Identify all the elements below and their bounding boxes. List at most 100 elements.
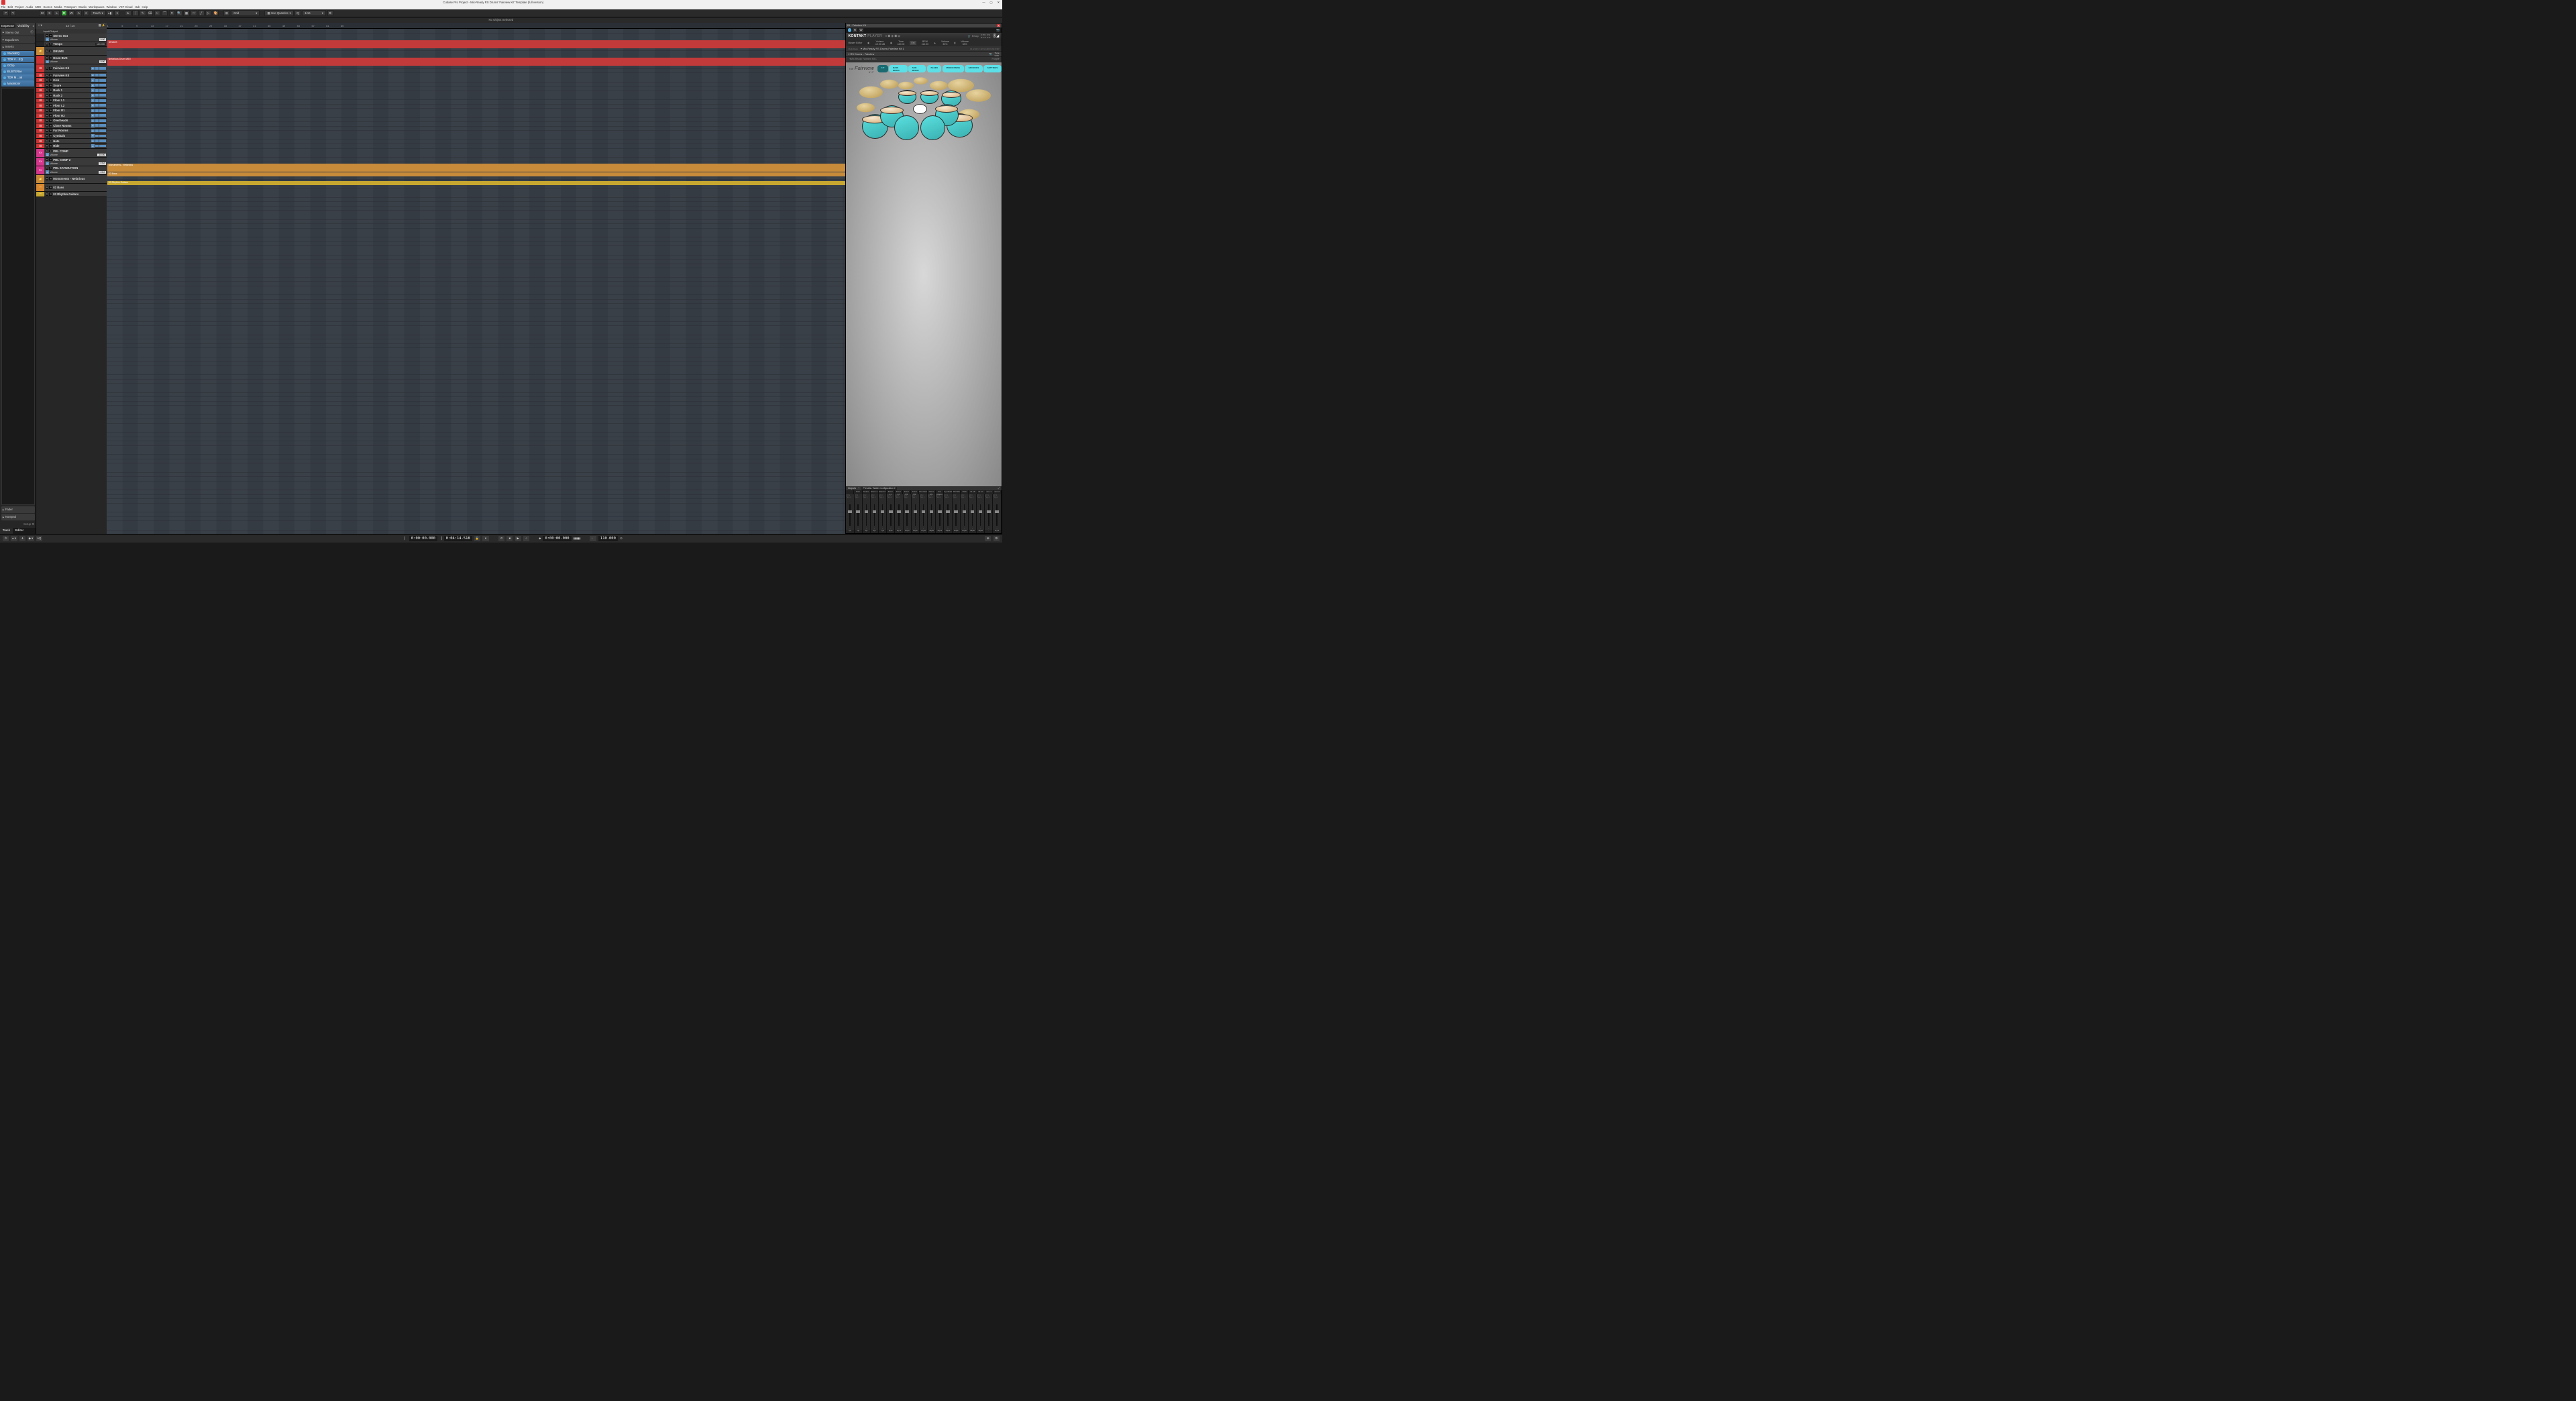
track-row[interactable]: 📁msDRUMS bbox=[36, 47, 107, 56]
track-row[interactable]: ⦀⦀msKicke bbox=[36, 78, 107, 83]
automation-mode-select[interactable]: Touch ▾ bbox=[90, 10, 105, 16]
track-row[interactable]: ⦀⦀msClose Roomse bbox=[36, 123, 107, 129]
output-channel[interactable]: - bbox=[846, 502, 854, 529]
menu-audio[interactable]: Audio bbox=[25, 5, 33, 9]
global-mute-button[interactable]: M bbox=[39, 10, 45, 16]
track-row[interactable]: msStereo OuteVolume0.00 bbox=[36, 34, 107, 42]
tool-dropdown[interactable]: ▾ bbox=[114, 10, 120, 16]
track-row[interactable]: FXmsPRL SATURATIONeVolume-15.0 bbox=[36, 166, 107, 175]
inspector-setup-button[interactable]: Setup ⚙ bbox=[0, 520, 36, 528]
primary-time-display[interactable]: 0:00:00.000 bbox=[543, 536, 571, 541]
autoscroll-button[interactable]: ▸▮ bbox=[107, 10, 113, 16]
inst-tab-grooves[interactable]: GROOVES bbox=[965, 65, 983, 72]
locator-r-icon[interactable]: ▕ bbox=[439, 537, 441, 541]
punch-dropdown[interactable]: ▾ bbox=[482, 536, 488, 542]
play-button[interactable]: ▶ bbox=[515, 536, 521, 542]
zoom-tool[interactable]: 🔍 bbox=[176, 10, 182, 16]
inst-tab-kit[interactable]: KIT bbox=[877, 65, 888, 72]
output-channel[interactable]: - bbox=[969, 502, 977, 529]
menu-file[interactable]: File bbox=[1, 5, 6, 9]
menu-workspaces[interactable]: Workspaces bbox=[89, 5, 104, 9]
redo-button[interactable]: ↷ bbox=[10, 10, 16, 16]
menu-window[interactable]: Window bbox=[107, 5, 117, 9]
output-channel[interactable]: - bbox=[871, 502, 879, 529]
quantize-preset-select[interactable]: 1/16 ▾ bbox=[302, 10, 326, 16]
clip[interactable]: Nefarious Drum MIDI bbox=[107, 58, 845, 66]
left-locator[interactable]: 0:00:00.000 bbox=[409, 536, 437, 541]
track-row[interactable]: 📁msMonuments - Nefarious bbox=[36, 175, 107, 184]
zoom-in-icon[interactable]: ⊕ bbox=[985, 536, 991, 542]
output-channel[interactable]: - bbox=[920, 502, 928, 529]
right-locator[interactable]: 0:04:14.518 bbox=[444, 536, 472, 541]
track-row[interactable]: ⦀⦀msFloor R1e bbox=[36, 109, 107, 114]
output-channel[interactable]: - bbox=[863, 502, 871, 529]
split-tool[interactable]: ✂ bbox=[154, 10, 160, 16]
inspector-tab[interactable]: Inspector bbox=[0, 23, 15, 28]
track-row[interactable]: ⦀⦀msCymbalse bbox=[36, 133, 107, 139]
snapshot-icon[interactable]: 📷 bbox=[989, 52, 992, 56]
mute-tool[interactable]: ✕ bbox=[169, 10, 175, 16]
track-row[interactable]: ⦀⦀msFloor L2e bbox=[36, 103, 107, 109]
comp-tool[interactable]: ▦ bbox=[183, 10, 189, 16]
track-row[interactable]: ⦀⦀msSnaree bbox=[36, 83, 107, 89]
output-channel[interactable]: - bbox=[887, 502, 895, 529]
kontakt-min-icon[interactable]: ◢ bbox=[996, 34, 999, 38]
transport-power-icon[interactable]: ⏻ bbox=[3, 536, 9, 542]
transport-metronome-icon[interactable]: ✦ bbox=[19, 536, 25, 542]
track-tab[interactable]: Track bbox=[0, 528, 13, 534]
menu-project[interactable]: Project bbox=[15, 5, 23, 9]
menu-midi[interactable]: MIDI bbox=[35, 5, 41, 9]
output-channel[interactable]: - bbox=[953, 502, 961, 529]
plugin-power-button[interactable] bbox=[848, 28, 851, 32]
output-channel[interactable]: - bbox=[879, 502, 887, 529]
track-row[interactable]: 〰ms02 Bass bbox=[36, 184, 107, 192]
output-presets-select[interactable]: Presets / Batch Configuration ▾ bbox=[861, 487, 897, 490]
instrument-sub-row[interactable]: ▾ Mix-Ready Fairview Kit 1 Purge ▾ bbox=[846, 57, 1001, 62]
track-list-menu-icon[interactable]: ▦ ⚡ bbox=[99, 23, 106, 27]
erase-tool[interactable]: ⌫ bbox=[147, 10, 153, 16]
transport-aq-button[interactable]: AQ bbox=[36, 536, 42, 542]
insert-slot[interactable]: StudioEQ bbox=[1, 51, 34, 57]
punch-in-icon[interactable]: 🔒 bbox=[474, 536, 480, 542]
add-output-button[interactable]: + bbox=[858, 487, 859, 490]
track-row[interactable]: msDrum BUSeVolume0.00 bbox=[36, 56, 107, 64]
warp-tool[interactable]: 〰 bbox=[191, 10, 197, 16]
inst-tab-processing[interactable]: PROCESSING bbox=[943, 65, 964, 72]
menu-studio[interactable]: Studio bbox=[78, 5, 87, 9]
snap-type-select[interactable]: Grid ▾ bbox=[231, 10, 260, 16]
timeline-ruler[interactable]: 1591317212529333741454953576165 bbox=[107, 23, 845, 29]
output-channel[interactable]: - bbox=[928, 502, 936, 529]
tempo-display[interactable]: 110.000 bbox=[598, 536, 618, 541]
locator-l-icon[interactable]: ▏ bbox=[405, 537, 407, 541]
track-row[interactable]: ⦀⦀msFar Roomse bbox=[36, 129, 107, 134]
track-row[interactable]: FXmsPRL COMPeVolume-10.00 bbox=[36, 149, 107, 158]
cross-icon[interactable]: ✦ bbox=[83, 10, 89, 16]
clip[interactable]: Monuments - Nefarious bbox=[107, 164, 845, 172]
plugin-read-button[interactable]: R bbox=[853, 28, 857, 32]
arrange-view[interactable]: 1591317212529333741454953576165 DRUMSNef… bbox=[107, 23, 845, 534]
clip[interactable]: 02 Bass bbox=[107, 172, 845, 176]
quantize-settings-button[interactable]: ⚙ bbox=[327, 10, 333, 16]
menu-hub[interactable]: Hub bbox=[135, 5, 140, 9]
inst-tab-settings[interactable]: SETTINGS bbox=[983, 65, 1001, 72]
transport-precount-icon[interactable]: ◆ ▾ bbox=[28, 536, 34, 542]
output-channel[interactable]: - bbox=[944, 502, 952, 529]
insert-slot[interactable]: GClip bbox=[1, 63, 34, 69]
global-solo-button[interactable]: S bbox=[46, 10, 52, 16]
track-row[interactable]: ⦀⦀msHatse bbox=[36, 139, 107, 144]
play-tool[interactable]: ▷ bbox=[205, 10, 211, 16]
stop-button[interactable]: ■ bbox=[506, 536, 513, 542]
snap-toggle[interactable]: ⊞ bbox=[223, 10, 229, 16]
global-listen-button[interactable]: L bbox=[54, 10, 60, 16]
visibility-tab[interactable]: Visibility bbox=[15, 23, 31, 28]
cycle-button[interactable]: ⟲ bbox=[498, 536, 504, 542]
menu-vst-cloud[interactable]: VST Cloud bbox=[119, 5, 133, 9]
insert-slot[interactable]: BUSTERse bbox=[1, 68, 34, 74]
menu-scores[interactable]: Scores bbox=[44, 5, 52, 9]
plugin-snapshot-icon[interactable]: 📷 bbox=[996, 28, 1000, 32]
global-write-button[interactable]: W bbox=[68, 10, 74, 16]
insert-slot[interactable]: TDR M…ok bbox=[1, 74, 34, 80]
track-row[interactable]: ⦀⦀msFairview Kite bbox=[36, 73, 107, 78]
menu-help[interactable]: Help bbox=[142, 5, 148, 9]
global-a-button[interactable]: A bbox=[76, 10, 82, 16]
